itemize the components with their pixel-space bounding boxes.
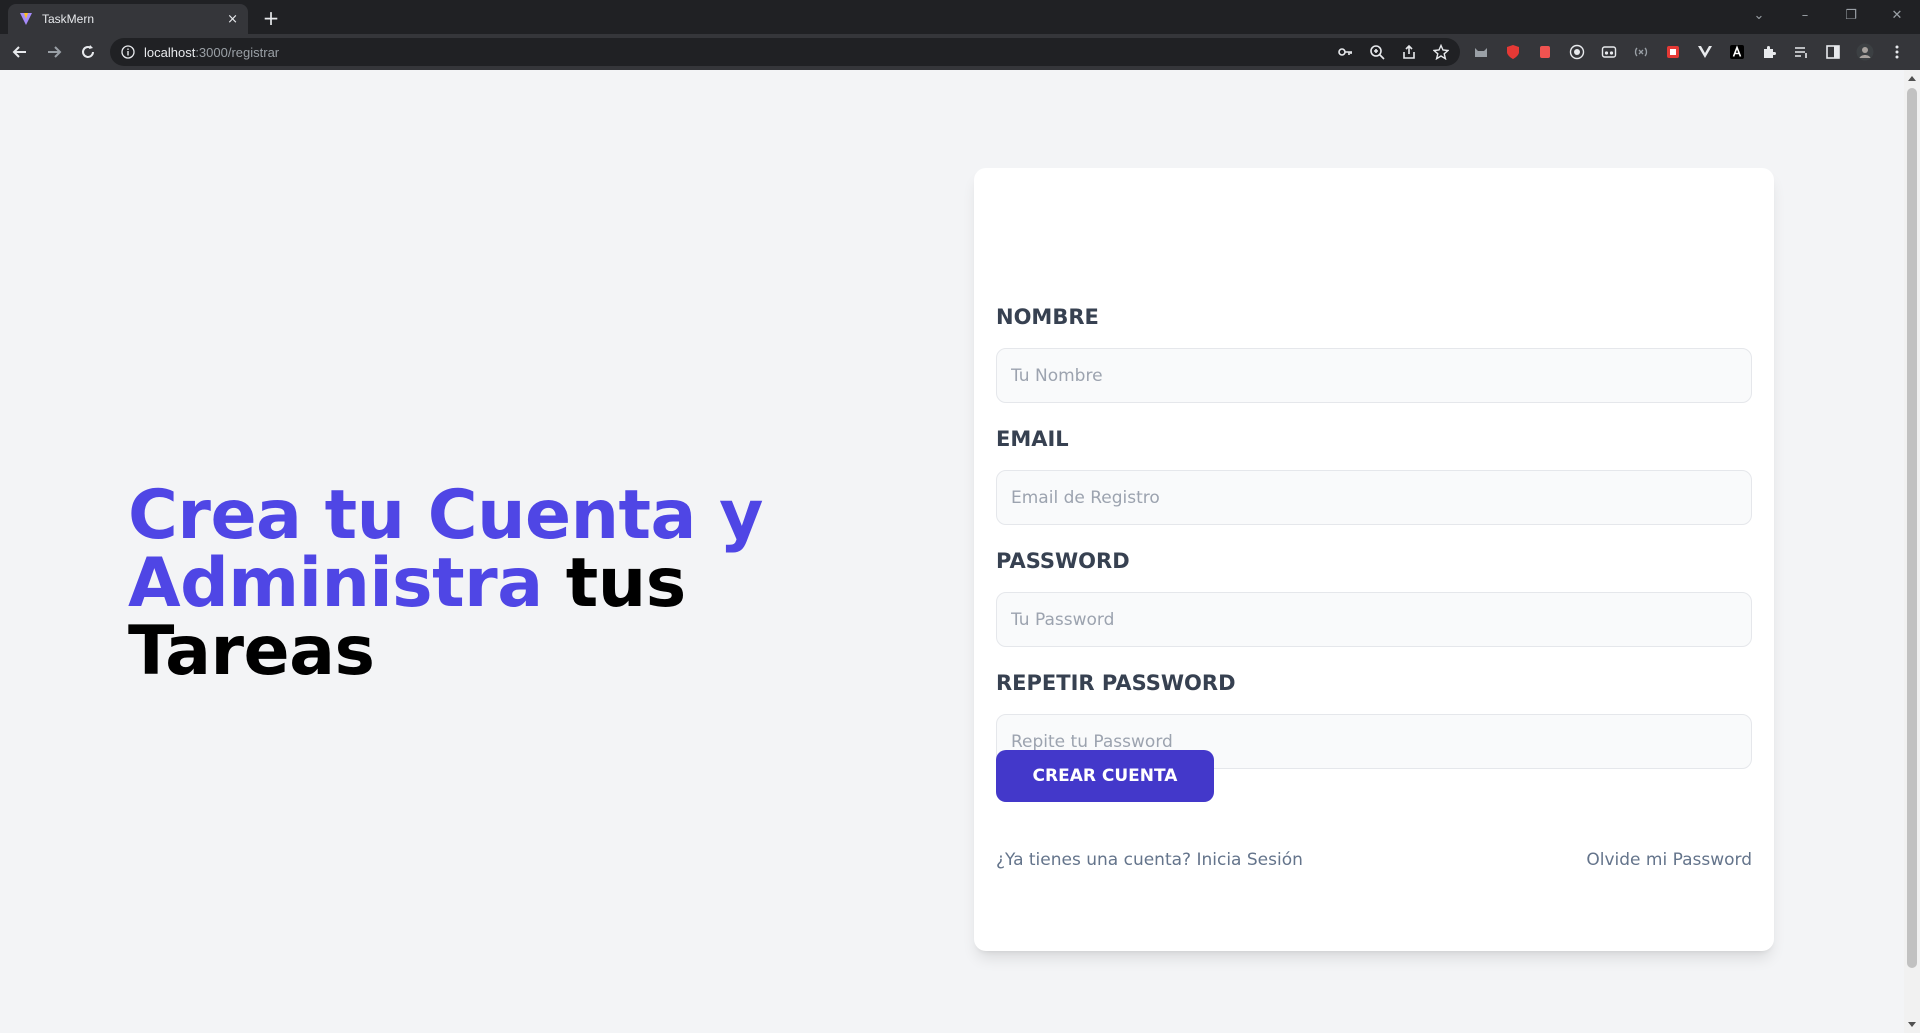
reload-icon[interactable]: [74, 38, 102, 66]
tab-search-icon[interactable]: ⌄: [1736, 8, 1782, 23]
key-icon[interactable]: [1336, 43, 1354, 61]
url-text[interactable]: localhost:3000/registrar: [144, 45, 1336, 60]
scroll-thumb[interactable]: [1907, 88, 1917, 968]
vite-logo-icon: [18, 11, 34, 27]
minimize-icon[interactable]: –: [1782, 8, 1828, 23]
forgot-password-link[interactable]: Olvide mi Password: [1586, 850, 1752, 870]
nombre-label: NOMBRE: [996, 305, 1099, 329]
site-info-icon[interactable]: [120, 44, 136, 60]
create-account-button[interactable]: CREAR CUENTA: [996, 750, 1214, 802]
hero-heading: Crea tu Cuenta y Administra tus Tareas: [128, 482, 888, 686]
share-icon[interactable]: [1400, 43, 1418, 61]
login-link[interactable]: ¿Ya tienes una cuenta? Inicia Sesión: [996, 850, 1303, 870]
reading-list-icon[interactable]: [1790, 41, 1812, 63]
url-host: localhost: [144, 44, 196, 60]
a-extension-icon[interactable]: [1726, 41, 1748, 63]
extensions-puzzle-icon[interactable]: [1758, 41, 1780, 63]
back-arrow-icon[interactable]: [6, 38, 34, 66]
nombre-input[interactable]: [996, 348, 1752, 403]
password-label: PASSWORD: [996, 549, 1130, 573]
colorful-extension-icon[interactable]: [1662, 41, 1684, 63]
bookmark-star-icon[interactable]: [1432, 43, 1450, 61]
profile-avatar-icon[interactable]: [1854, 41, 1876, 63]
password-input[interactable]: [996, 592, 1752, 647]
scroll-down-icon[interactable]: [1908, 1022, 1916, 1027]
puzzle-red-extension-icon[interactable]: [1534, 41, 1556, 63]
address-bar[interactable]: localhost:3000/registrar: [110, 38, 1460, 66]
close-window-icon[interactable]: ✕: [1874, 8, 1920, 23]
glasses-extension-icon[interactable]: [1598, 41, 1620, 63]
browser-tab[interactable]: TaskMern ×: [8, 4, 248, 34]
new-tab-button[interactable]: +: [258, 6, 284, 32]
tab-title: TaskMern: [42, 12, 95, 26]
scroll-up-icon[interactable]: [1908, 76, 1916, 81]
url-path: :3000/registrar: [195, 44, 280, 60]
target-extension-icon[interactable]: [1566, 41, 1588, 63]
browser-toolbar: localhost:3000/registrar: [0, 34, 1920, 70]
browser-tab-bar: TaskMern × + ⌄ – ❐ ✕: [0, 0, 1920, 34]
address-bar-actions: [1336, 43, 1450, 61]
zoom-icon[interactable]: [1368, 43, 1386, 61]
shield-extension-icon[interactable]: [1502, 41, 1524, 63]
email-input[interactable]: [996, 470, 1752, 525]
page-scrollbar[interactable]: [1904, 70, 1920, 1033]
variable-extension-icon[interactable]: [1630, 41, 1652, 63]
vue-extension-icon[interactable]: [1694, 41, 1716, 63]
side-panel-icon[interactable]: [1822, 41, 1844, 63]
window-controls: ⌄ – ❐ ✕: [1736, 0, 1920, 30]
forward-arrow-icon[interactable]: [40, 38, 68, 66]
page-content: Crea tu Cuenta y Administra tus Tareas N…: [0, 70, 1904, 1033]
restore-icon[interactable]: ❐: [1828, 8, 1874, 23]
close-tab-icon[interactable]: ×: [227, 12, 238, 27]
repeat-password-label: REPETIR PASSWORD: [996, 671, 1236, 695]
extensions-bar: [1470, 38, 1908, 66]
email-label: EMAIL: [996, 427, 1069, 451]
menu-dots-icon[interactable]: [1886, 41, 1908, 63]
register-form-card: NOMBRE EMAIL PASSWORD REPETIR PASSWORD C…: [974, 168, 1774, 951]
cat-extension-icon[interactable]: [1470, 41, 1492, 63]
